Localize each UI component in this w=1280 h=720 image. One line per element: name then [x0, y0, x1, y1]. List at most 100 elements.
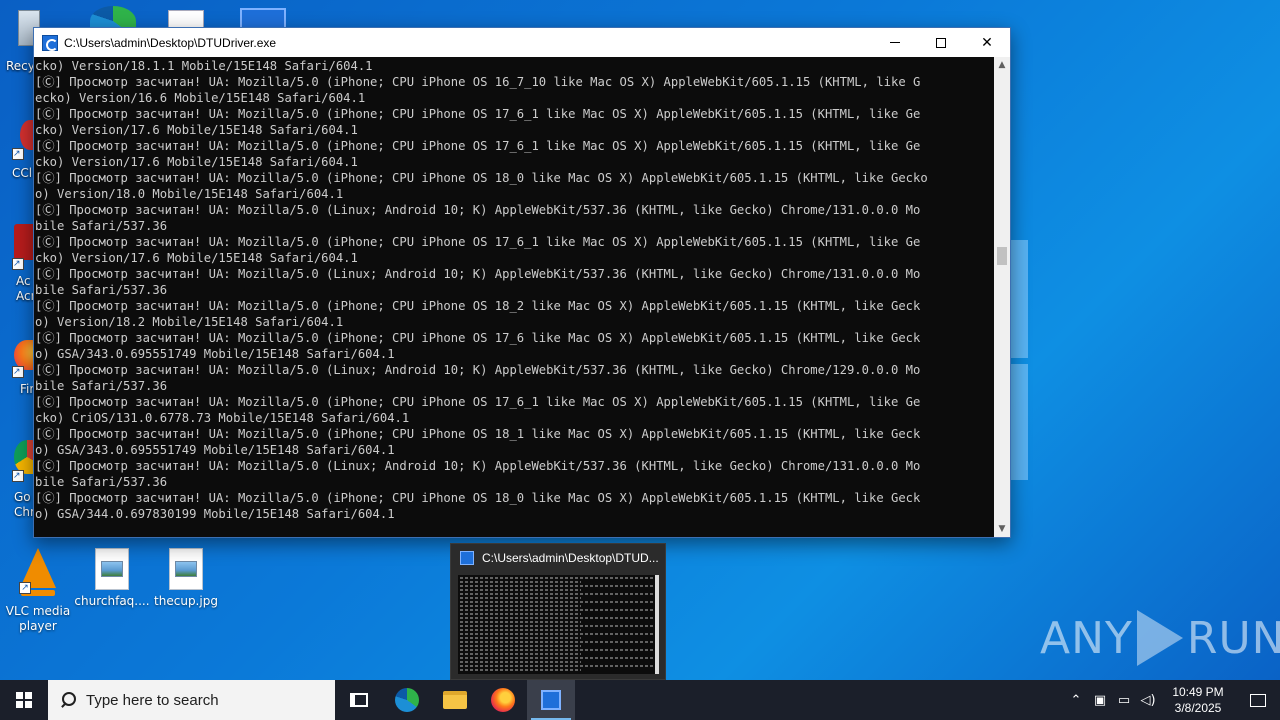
device-icon[interactable]: ▣ [1088, 680, 1112, 720]
preview-line [460, 577, 655, 579]
scroll-down-icon[interactable]: ▼ [994, 521, 1010, 537]
churchfaq-file-icon[interactable]: churchfaq.... [74, 548, 150, 609]
scrollbar-thumb[interactable] [997, 247, 1007, 265]
console-line: [Ⓒ] Просмотр засчитан! UA: Mozilla/5.0 (… [35, 171, 928, 185]
close-icon: ✕ [981, 34, 993, 51]
vlc-cone-icon: ↗ [15, 548, 61, 596]
preview-console-thumbnail [458, 575, 659, 674]
taskbar: Type here to search ⌃ ▣ ▭ ◁) 10:49 PM 3/… [0, 680, 1280, 720]
preview-line [460, 605, 581, 607]
file-explorer-taskbar-button[interactable] [431, 680, 479, 720]
taskbar-search-box[interactable]: Type here to search [48, 680, 335, 720]
notification-center-button[interactable] [1236, 680, 1280, 720]
taskbar-thumbnail-preview[interactable]: C:\Users\admin\Desktop\DTUD... [450, 543, 666, 680]
folder-icon [443, 691, 467, 709]
console-line: [Ⓒ] Просмотр засчитан! UA: Mozilla/5.0 (… [35, 331, 921, 345]
console-titlebar[interactable]: C:\Users\admin\Desktop\DTUDriver.exe ✕ [34, 28, 1010, 57]
scroll-up-icon[interactable]: ▲ [994, 57, 1010, 73]
preview-line [460, 669, 581, 671]
chevron-up-icon[interactable]: ⌃ [1064, 680, 1088, 720]
preview-line [460, 601, 655, 603]
console-line: cko) CriOS/131.0.6778.73 Mobile/15E148 S… [35, 411, 410, 425]
preview-line [460, 585, 655, 587]
console-line: cko) Version/17.6 Mobile/15E148 Safari/6… [35, 251, 358, 265]
firefox-taskbar-button[interactable] [479, 680, 527, 720]
console-line: cko) Version/18.1.1 Mobile/15E148 Safari… [35, 59, 373, 73]
console-line: o) Version/18.2 Mobile/15E148 Safari/604… [35, 315, 344, 329]
preview-line [460, 641, 655, 643]
firefox-icon [491, 688, 515, 712]
taskbar-clock[interactable]: 10:49 PM 3/8/2025 [1160, 684, 1236, 716]
console-line: o) GSA/343.0.695551749 Mobile/15E148 Saf… [35, 443, 395, 457]
console-line: [Ⓒ] Просмотр засчитан! UA: Mozilla/5.0 (… [35, 363, 921, 377]
edge-icon [395, 688, 419, 712]
vlc-label: VLC media player [5, 604, 71, 633]
minimize-button[interactable] [872, 28, 918, 57]
console-app-icon [42, 34, 58, 51]
console-line: [Ⓒ] Просмотр засчитан! UA: Mozilla/5.0 (… [35, 427, 921, 441]
console-line: bile Safari/537.36 [35, 219, 168, 233]
preview-line [460, 593, 655, 595]
shortcut-arrow-icon: ↗ [12, 470, 24, 482]
console-line: o) Version/18.0 Mobile/15E148 Safari/604… [35, 187, 344, 201]
edge-taskbar-button[interactable] [383, 680, 431, 720]
task-view-button[interactable] [335, 680, 383, 720]
console-title: C:\Users\admin\Desktop\DTUDriver.exe [64, 35, 277, 50]
ccleaner-label: CCl [12, 166, 33, 180]
shortcut-arrow-icon: ↗ [12, 148, 24, 160]
search-placeholder: Type here to search [86, 691, 219, 709]
preview-line [460, 665, 655, 667]
preview-line [460, 589, 581, 591]
notification-icon [1250, 693, 1266, 707]
console-output-area[interactable]: cko) Version/18.1.1 Mobile/15E148 Safari… [34, 57, 1010, 537]
windows-start-icon [16, 692, 32, 708]
system-tray: ⌃ ▣ ▭ ◁) 10:49 PM 3/8/2025 [1064, 680, 1280, 720]
preview-line [460, 613, 581, 615]
console-line: bile Safari/537.36 [35, 283, 168, 297]
search-icon [60, 692, 76, 708]
volume-icon[interactable]: ◁) [1136, 680, 1160, 720]
preview-line [460, 621, 581, 623]
console-line: [Ⓒ] Просмотр засчитан! UA: Mozilla/5.0 (… [35, 235, 921, 249]
image-file-icon [169, 548, 203, 590]
shortcut-arrow-icon: ↗ [12, 366, 24, 378]
console-line: [Ⓒ] Просмотр засчитан! UA: Mozilla/5.0 (… [35, 459, 921, 473]
clock-date: 3/8/2025 [1174, 701, 1222, 715]
console-app-icon [541, 690, 561, 710]
console-line: [Ⓒ] Просмотр засчитан! UA: Mozilla/5.0 (… [35, 139, 921, 153]
preview-title: C:\Users\admin\Desktop\DTUD... [482, 551, 659, 565]
console-line: ecko) Version/16.6 Mobile/15E148 Safari/… [35, 91, 366, 105]
start-button[interactable] [0, 680, 48, 720]
preview-line [460, 617, 655, 619]
preview-line [460, 657, 655, 659]
console-window[interactable]: C:\Users\admin\Desktop\DTUDriver.exe ✕ c… [33, 27, 1011, 538]
play-logo-icon [1136, 610, 1183, 666]
close-button[interactable]: ✕ [964, 28, 1010, 57]
minimize-icon [890, 42, 900, 43]
console-app-icon [460, 551, 474, 565]
preview-line [460, 645, 581, 647]
preview-line [460, 653, 581, 655]
watermark-text-right: RUN [1186, 612, 1280, 664]
console-line: bile Safari/537.36 [35, 379, 168, 393]
preview-line [460, 625, 655, 627]
console-line: cko) Version/17.6 Mobile/15E148 Safari/6… [35, 123, 358, 137]
vlc-desktop-icon[interactable]: ↗ VLC media player [0, 548, 76, 634]
console-line: o) GSA/344.0.697830199 Mobile/15E148 Saf… [35, 507, 395, 521]
preview-line [460, 629, 581, 631]
console-line: cko) Version/17.6 Mobile/15E148 Safari/6… [35, 155, 358, 169]
console-line: [Ⓒ] Просмотр засчитан! UA: Mozilla/5.0 (… [35, 267, 921, 281]
preview-line [460, 633, 655, 635]
image-file-icon [95, 548, 129, 590]
maximize-button[interactable] [918, 28, 964, 57]
console-line: [Ⓒ] Просмотр засчитан! UA: Mozilla/5.0 (… [35, 75, 921, 89]
preview-line [460, 609, 655, 611]
console-line: o) GSA/343.0.695551749 Mobile/15E148 Saf… [35, 347, 395, 361]
anyrun-watermark: ANY RUN [1040, 610, 1280, 666]
console-line: [Ⓒ] Просмотр засчитан! UA: Mozilla/5.0 (… [35, 203, 921, 217]
console-scrollbar[interactable]: ▲ ▼ [994, 57, 1010, 537]
console-taskbar-button[interactable] [527, 680, 575, 720]
thecup-file-icon[interactable]: thecup.jpg [148, 548, 224, 609]
network-icon[interactable]: ▭ [1112, 680, 1136, 720]
clock-time: 10:49 PM [1172, 685, 1224, 699]
